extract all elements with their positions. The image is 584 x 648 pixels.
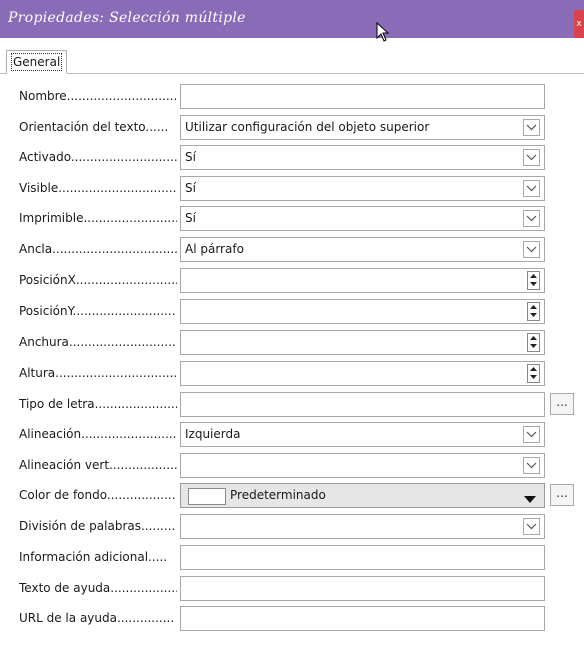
alineacion-dropdown[interactable]: Izquierda	[180, 422, 545, 447]
row-informacion-adicional: Información adicional.....	[0, 545, 584, 571]
label-alineacion-vert: Alineación vert..................	[19, 458, 177, 472]
label-altura: Altura..................................…	[19, 366, 177, 380]
ancla-value: Al párrafo	[185, 242, 244, 256]
division-de-palabras-dropdown[interactable]	[180, 514, 545, 539]
triangle-down-icon[interactable]	[524, 492, 536, 506]
tipo-de-letra-input[interactable]	[180, 392, 545, 417]
close-button[interactable]: x	[574, 10, 584, 38]
label-activado: Activado.............................	[19, 150, 177, 164]
label-orientacion-del-texto: Orientación del texto......	[19, 120, 169, 134]
row-texto-de-ayuda: Texto de ayuda..................	[0, 576, 584, 602]
color-de-fondo-more-button[interactable]: ...	[550, 484, 574, 506]
alineacion-value: Izquierda	[185, 427, 241, 441]
row-altura: Altura..................................…	[0, 361, 584, 387]
imprimible-dropdown[interactable]: Sí	[180, 206, 545, 231]
chevron-down-icon[interactable]	[523, 457, 540, 474]
activado-value: Sí	[185, 150, 196, 164]
spin-up-icon[interactable]	[528, 365, 539, 373]
label-ancla: Ancla...................................	[19, 242, 177, 256]
color-swatch	[188, 488, 226, 505]
anchura-spinbox[interactable]	[180, 330, 545, 355]
visible-dropdown[interactable]: Sí	[180, 176, 545, 201]
ancla-dropdown[interactable]: Al párrafo	[180, 237, 545, 262]
chevron-down-icon[interactable]	[523, 518, 540, 535]
chevron-down-icon[interactable]	[523, 180, 540, 197]
row-anchura: Anchura...............................	[0, 330, 584, 356]
color-de-fondo-value: Predeterminado	[230, 488, 326, 502]
color-de-fondo-color-picker[interactable]: Predeterminado	[180, 483, 545, 508]
row-visible: Visible.................................…	[0, 176, 584, 202]
row-imprimible: Imprimible......................... Sí	[0, 206, 584, 232]
tab-bar: General	[0, 46, 584, 74]
row-orientacion-del-texto: Orientación del texto...... Utilizar conf…	[0, 115, 584, 141]
label-posicionx: PosiciónX...........................	[19, 273, 177, 287]
nombre-input[interactable]	[180, 84, 545, 109]
row-ancla: Ancla...................................…	[0, 237, 584, 263]
row-color-de-fondo: Color de fondo.................. Predeter…	[0, 483, 584, 509]
label-url-de-la-ayuda: URL de la ayuda...............	[19, 611, 175, 625]
row-alineacion-vert: Alineación vert..................	[0, 453, 584, 479]
chevron-down-icon[interactable]	[523, 210, 540, 227]
chevron-down-icon[interactable]	[523, 119, 540, 136]
chevron-down-icon[interactable]	[523, 149, 540, 166]
label-color-de-fondo: Color de fondo..................	[19, 488, 176, 502]
spin-down-icon[interactable]	[528, 280, 539, 288]
label-nombre: Nombre.............................	[19, 89, 177, 103]
label-posiciony: PosiciónY...........................	[19, 304, 176, 318]
row-alineacion: Alineación........................... Izq…	[0, 422, 584, 448]
altura-spinbox[interactable]	[180, 361, 545, 386]
activado-dropdown[interactable]: Sí	[180, 145, 545, 170]
chevron-down-icon[interactable]	[523, 241, 540, 258]
label-anchura: Anchura...............................	[19, 335, 177, 349]
imprimible-value: Sí	[185, 211, 196, 225]
row-posicionx: PosiciónX...........................	[0, 268, 584, 294]
url-de-la-ayuda-input[interactable]	[180, 606, 545, 631]
posiciony-spinbox[interactable]	[180, 299, 545, 324]
orientacion-del-texto-value: Utilizar configuración del objeto superi…	[185, 120, 430, 134]
tab-general-label: General	[11, 53, 63, 71]
label-tipo-de-letra: Tipo de letra.......................	[19, 397, 177, 411]
visible-value: Sí	[185, 181, 196, 195]
label-imprimible: Imprimible.........................	[19, 211, 177, 225]
row-tipo-de-letra: Tipo de letra..........................	[0, 392, 584, 418]
alineacion-vert-dropdown[interactable]	[180, 453, 545, 478]
spin-down-icon[interactable]	[528, 342, 539, 350]
row-division-de-palabras: División de palabras.........	[0, 514, 584, 540]
mouse-pointer-icon	[376, 21, 390, 45]
spin-up-icon[interactable]	[528, 272, 539, 280]
label-division-de-palabras: División de palabras.........	[19, 519, 176, 533]
label-alineacion: Alineación...........................	[19, 427, 177, 441]
label-informacion-adicional: Información adicional.....	[19, 550, 168, 564]
spin-buttons	[527, 364, 540, 383]
texto-de-ayuda-input[interactable]	[180, 576, 545, 601]
tipo-de-letra-browse-button[interactable]: ...	[550, 393, 574, 415]
chevron-down-icon[interactable]	[523, 426, 540, 443]
spin-buttons	[527, 271, 540, 290]
spin-up-icon[interactable]	[528, 303, 539, 311]
informacion-adicional-input[interactable]	[180, 545, 545, 570]
row-nombre: Nombre.............................	[0, 84, 584, 110]
title-bar: Propiedades: Selección múltiple x	[0, 0, 584, 42]
label-visible: Visible.................................…	[19, 181, 177, 195]
orientacion-del-texto-dropdown[interactable]: Utilizar configuración del objeto superi…	[180, 115, 545, 140]
row-posiciony: PosiciónY...........................	[0, 299, 584, 325]
row-activado: Activado............................. Sí	[0, 145, 584, 171]
posicionx-spinbox[interactable]	[180, 268, 545, 293]
row-url-de-la-ayuda: URL de la ayuda...............	[0, 606, 584, 632]
tab-general[interactable]: General	[6, 50, 68, 74]
spin-buttons	[527, 333, 540, 352]
spin-down-icon[interactable]	[528, 373, 539, 381]
spin-up-icon[interactable]	[528, 334, 539, 342]
spin-buttons	[527, 302, 540, 321]
window-title: Propiedades: Selección múltiple	[8, 10, 246, 26]
spin-down-icon[interactable]	[528, 311, 539, 319]
label-texto-de-ayuda: Texto de ayuda..................	[19, 581, 177, 595]
